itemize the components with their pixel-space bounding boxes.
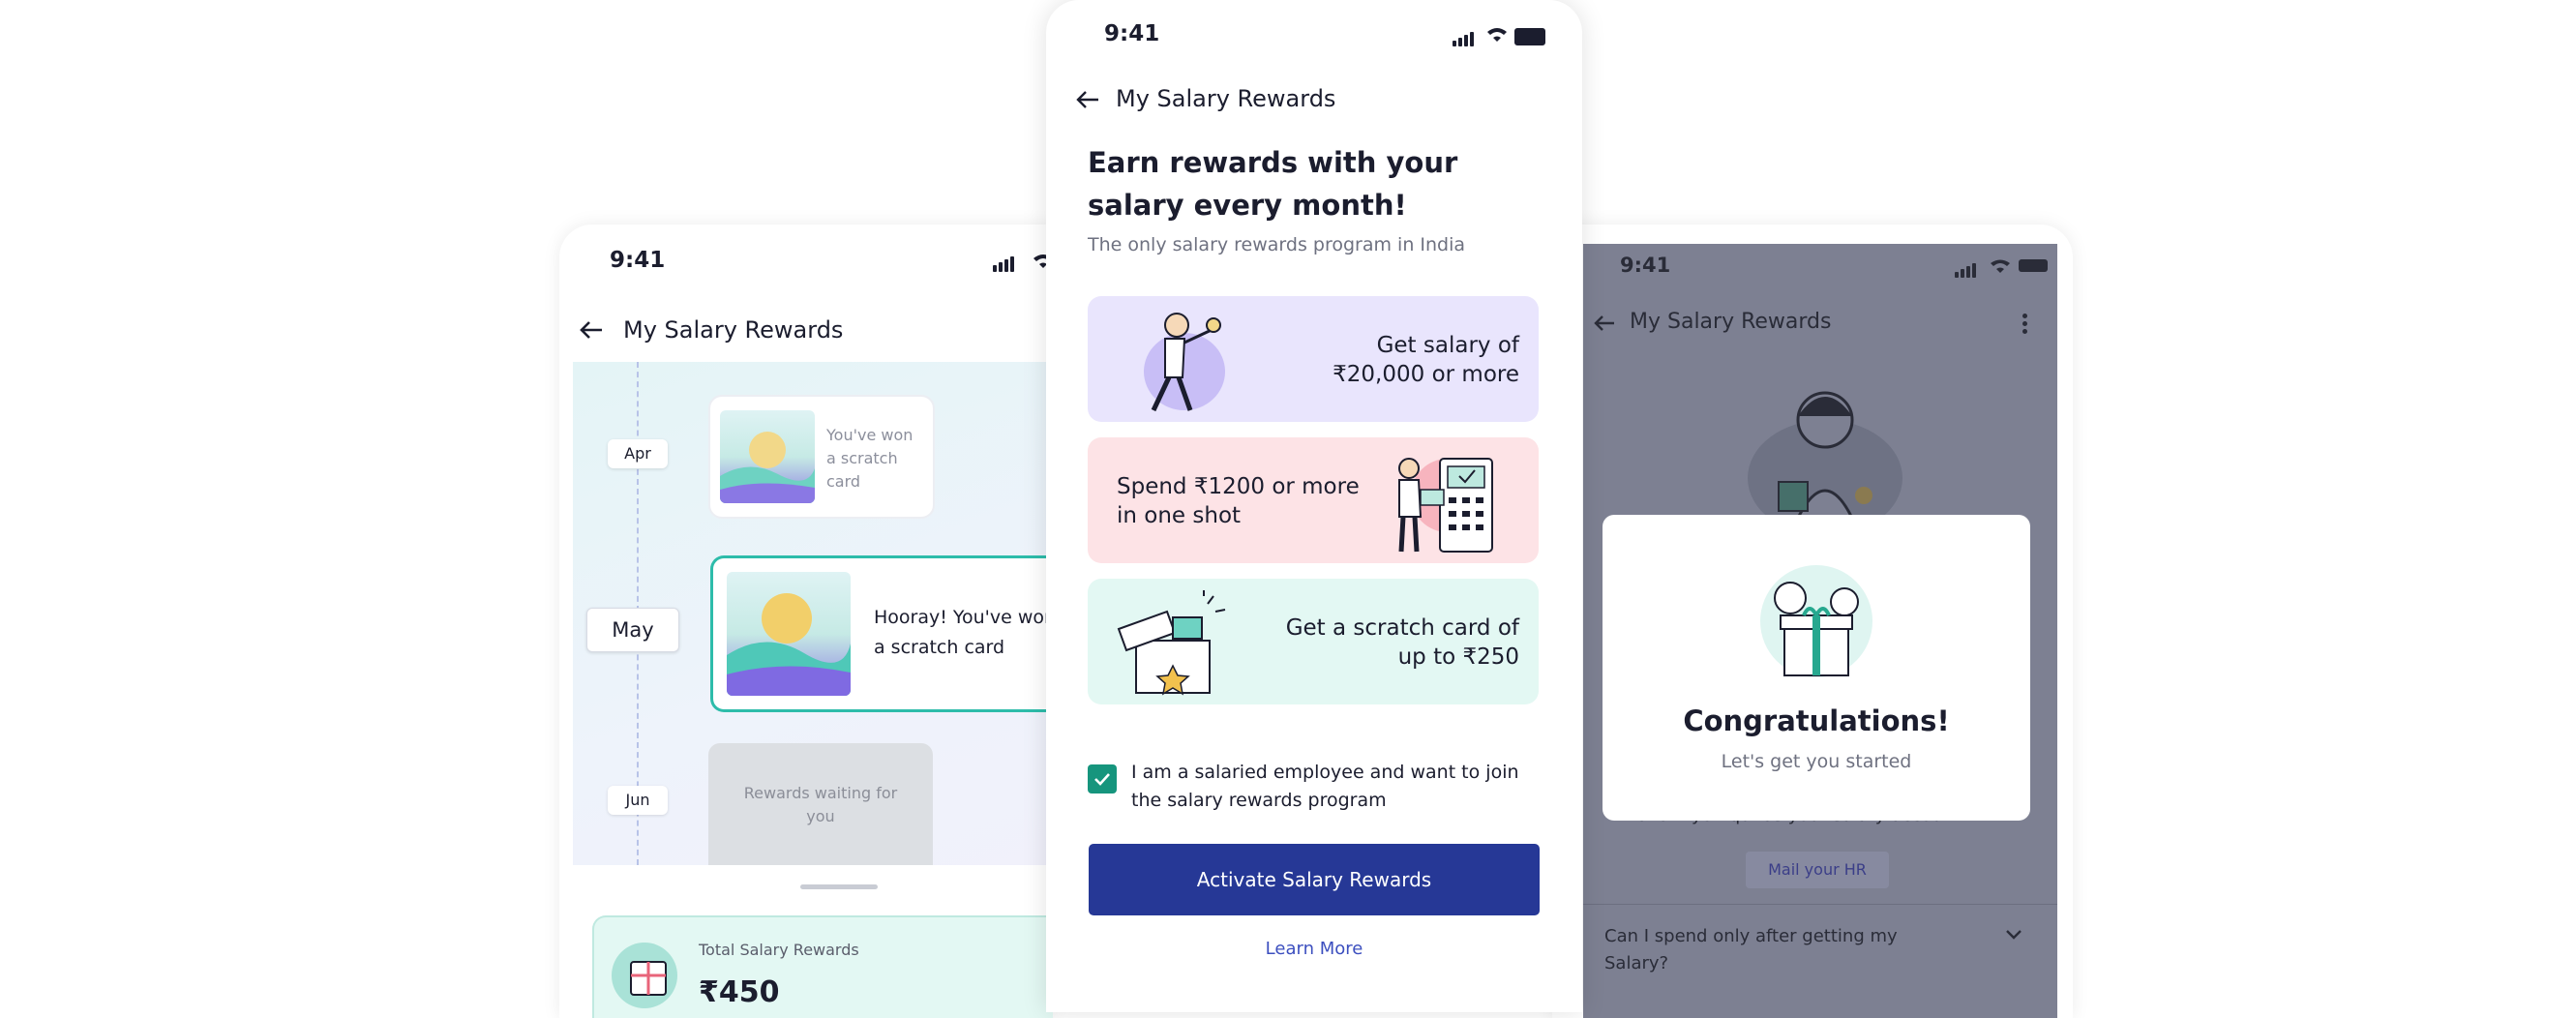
page-title: My Salary Rewards [1630,310,1832,334]
spend-criteria-card: Spend ₹1200 or more in one shot [1088,437,1539,563]
mail-hr-button[interactable]: Mail your HR [1746,852,1889,888]
status-time: 9:41 [610,248,666,273]
gift-celebration-icon [1760,565,1872,677]
chevron-down-icon[interactable] [2005,929,2022,941]
timeline-area: You've won a scratch card Apr Hooray! Yo… [573,362,1053,865]
status-time: 9:41 [1620,254,1671,277]
battery-icon [2019,259,2048,272]
checkmark-icon [1094,773,1110,786]
card-text: Get salary of ₹20,000 or more [1333,333,1519,387]
page-title: My Salary Rewards [623,316,844,344]
card-text: Spend ₹1200 or more in one shot [1117,474,1360,528]
modal-subtitle: Let's get you started [1721,751,1912,772]
center-phone-screen: 9:41 My Salary Rewards Earn rewards with… [1046,0,1582,1012]
drag-handle[interactable] [800,884,878,889]
reward-card-text: You've won a scratch card [826,426,914,491]
right-phone-screen: 9:41 My Salary Rewards • Make Niyo Equit… [1552,225,2073,1018]
modal-title: Congratulations! [1683,704,1950,737]
reward-card-text: Rewards waiting for you [743,784,898,825]
divider [1583,904,2057,905]
month-tag-jun: Jun [608,786,668,815]
battery-icon [1514,28,1545,45]
left-phone-screen: 9:41 My Salary Rewards You've won a scra… [559,225,1053,1018]
salary-criteria-card: Get salary of ₹20,000 or more [1088,296,1539,422]
reward-card-may[interactable]: Hooray! You've won a scratch card [710,555,1053,712]
back-arrow-icon[interactable] [1075,89,1100,110]
signal-icon [1955,259,1978,278]
wifi-icon [1487,28,1507,42]
signal-icon [1453,28,1476,46]
signal-icon [993,254,1016,272]
reward-card-text: Hooray! You've won a scratch card [874,607,1053,658]
back-arrow-icon[interactable] [579,319,604,341]
gift-illustration-icon [612,943,677,1008]
activate-salary-rewards-button[interactable]: Activate Salary Rewards [1089,844,1540,915]
total-rewards-value: ₹450 [699,975,780,1009]
month-tag-apr: Apr [608,439,668,468]
status-time: 9:41 [1104,21,1160,46]
scratch-card-offer-card: Get a scratch card of up to ₹250 [1088,579,1539,704]
main-heading: Earn rewards with your salary every mont… [1088,146,1458,222]
more-options-icon[interactable] [2022,314,2028,334]
faq-question[interactable]: Can I spend only after getting my Salary… [1604,923,1953,977]
congratulations-modal: Congratulations! Let's get you started [1603,515,2030,821]
consent-label: I am a salaried employee and want to joi… [1131,762,1519,811]
page-title: My Salary Rewards [1116,85,1336,112]
month-tag-may: May [586,608,679,652]
sub-heading: The only salary rewards program in India [1088,234,1466,255]
scratch-card-thumb [720,410,815,503]
scratch-card-thumb [727,572,851,696]
back-arrow-icon[interactable] [1593,314,1616,333]
wifi-icon [1991,259,2010,273]
total-rewards-label: Total Salary Rewards [699,941,859,959]
reward-card-apr[interactable]: You've won a scratch card [708,395,935,519]
reward-card-jun: Rewards waiting for you [708,743,933,865]
person-illustration-icon [1748,391,1902,526]
gift-box-star-icon [1117,590,1226,696]
total-rewards-card: Total Salary Rewards ₹450 [592,915,1053,1018]
learn-more-link[interactable]: Learn More [1089,939,1540,959]
card-text: Get a scratch card of up to ₹250 [1285,615,1519,670]
consent-checkbox[interactable] [1088,764,1117,793]
dancing-people-icon [1144,313,1225,412]
card-payment-icon [1398,458,1493,553]
